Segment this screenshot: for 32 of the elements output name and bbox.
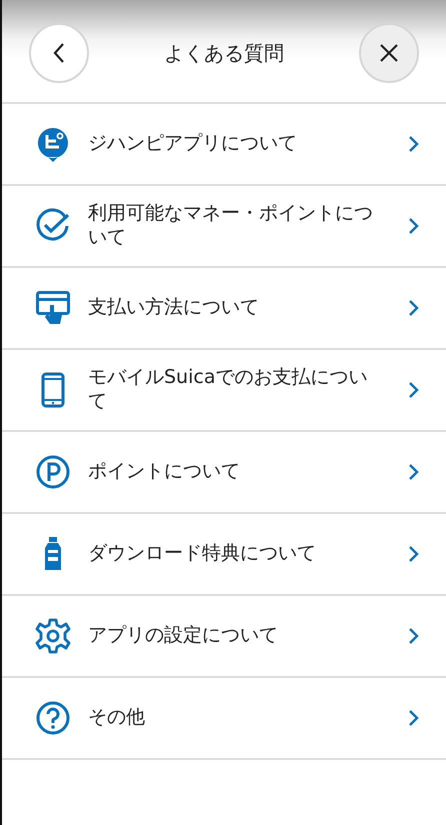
- faq-item-label: モバイルSuicaでのお支払について: [88, 366, 368, 414]
- chevron-right-icon: [408, 709, 419, 727]
- screen-title: よくある質問: [164, 40, 284, 66]
- faq-item-label: ジハンピアプリについて: [88, 132, 298, 156]
- chevron-right-icon: [408, 135, 419, 153]
- chevron-right-icon: [408, 217, 419, 235]
- faq-item-label: ダウンロード特典について: [88, 542, 317, 566]
- help-icon: [35, 700, 71, 736]
- chevron-right-icon: [408, 545, 419, 563]
- settings-icon: [35, 618, 71, 654]
- faq-item[interactable]: ポイントについて: [2, 432, 446, 514]
- faq-item-label: ポイントについて: [88, 460, 241, 484]
- faq-item[interactable]: その他: [2, 678, 446, 760]
- faq-item-label: 支払い方法について: [88, 296, 260, 320]
- faq-item[interactable]: 利用可能なマネー・ポイントについて: [2, 186, 446, 268]
- close-icon: [379, 43, 399, 63]
- chevron-right-icon: [408, 463, 419, 481]
- chevron-left-icon: [52, 42, 66, 64]
- faq-item-label: その他: [88, 706, 146, 730]
- faq-item-label: 利用可能なマネー・ポイントについて: [88, 202, 374, 250]
- card-tap-icon: [35, 290, 71, 326]
- chevron-right-icon: [408, 627, 419, 645]
- chevron-right-icon: [408, 299, 419, 317]
- faq-item[interactable]: 支払い方法について: [2, 268, 446, 350]
- faq-item-label: アプリの設定について: [88, 624, 279, 648]
- point-circle-icon: [35, 454, 71, 490]
- speech-badge-icon: [35, 126, 71, 162]
- faq-item[interactable]: アプリの設定について: [2, 596, 446, 678]
- faq-item[interactable]: モバイルSuicaでのお支払について: [2, 350, 446, 432]
- faq-item[interactable]: ダウンロード特典について: [2, 514, 446, 596]
- faq-item[interactable]: ジハンピアプリについて: [2, 104, 446, 186]
- chevron-right-icon: [408, 381, 419, 399]
